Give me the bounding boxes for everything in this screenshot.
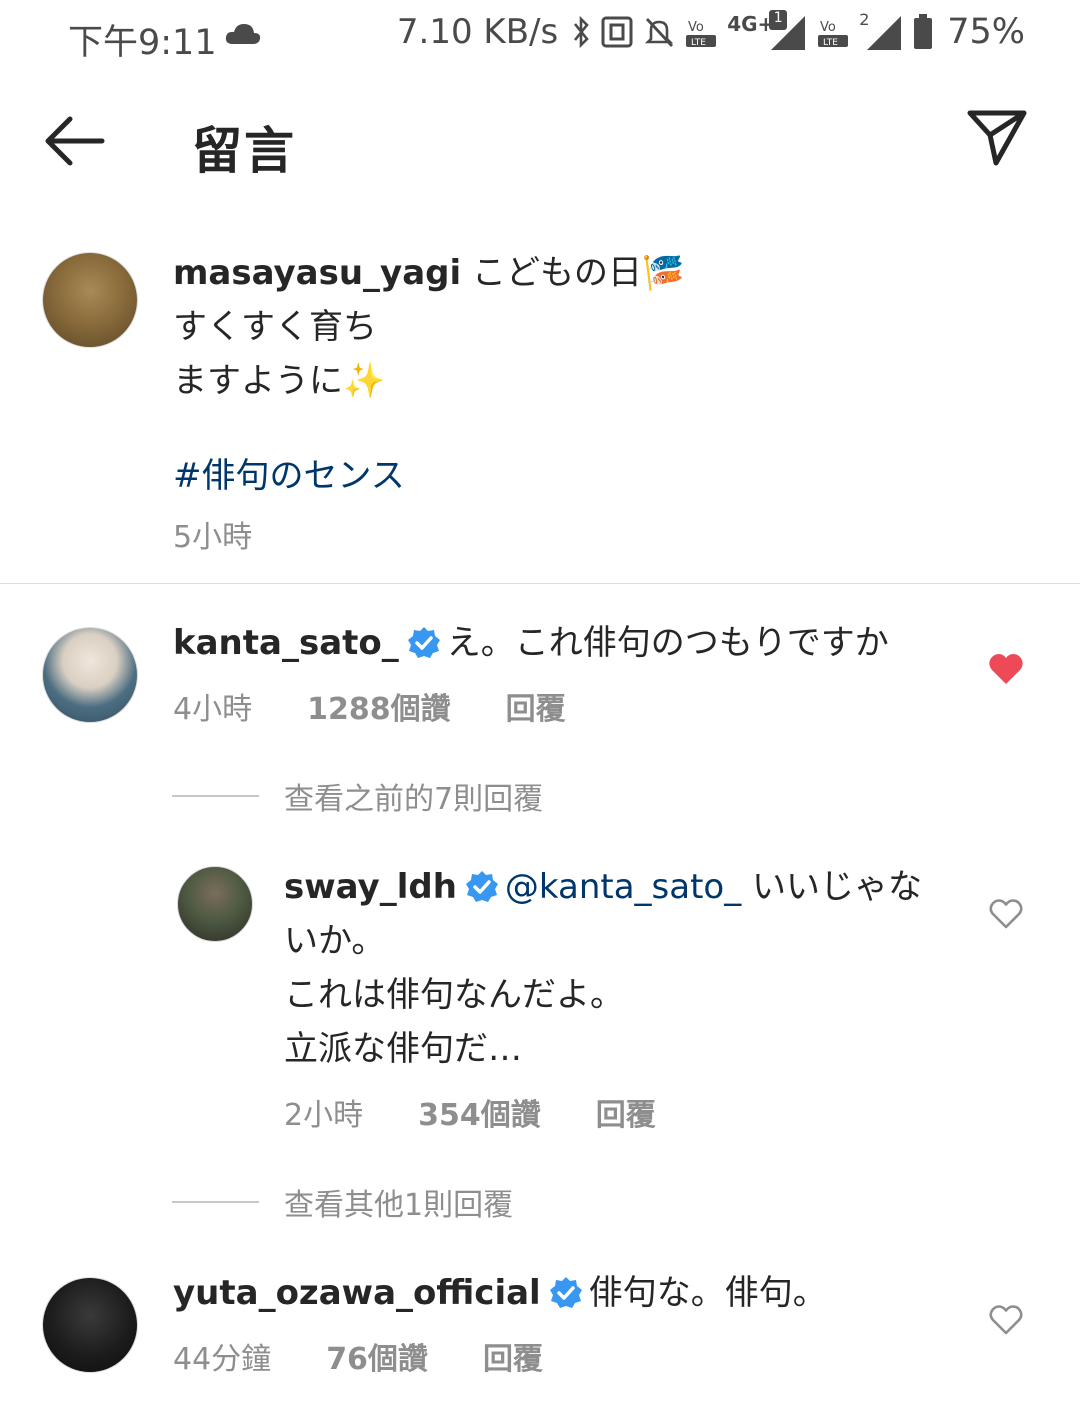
caption-line: masayasu_yagi こどもの日🎏 (173, 246, 993, 300)
status-bar: 下午9:11 7.10 KB/s Vo LTE 4G+ 1 Vo LTE 2 7… (0, 0, 1080, 75)
verified-badge-icon (549, 1277, 582, 1308)
mention-link[interactable]: @kanta_sato_ (505, 867, 741, 907)
status-time: 下午9:11 (68, 23, 217, 63)
comment-timestamp: 4小時 (173, 692, 253, 727)
svg-text:LTE: LTE (823, 38, 838, 48)
view-replies-label: 查看其他1則回覆 (284, 1188, 514, 1223)
avatar[interactable] (42, 627, 138, 723)
svg-text:Vo: Vo (688, 20, 704, 35)
caption-timestamp: 5小時 (173, 520, 253, 555)
reply-button[interactable]: 回覆 (483, 1334, 543, 1378)
status-icons: 7.10 KB/s Vo LTE 4G+ 1 Vo LTE 2 75% (396, 10, 1025, 52)
reply-button[interactable]: 回覆 (506, 684, 566, 728)
comment-username[interactable]: yuta_ozawa_official (173, 1273, 541, 1313)
view-previous-replies[interactable]: 查看之前的7則回覆 (172, 774, 543, 818)
bluetooth-icon (574, 15, 589, 49)
comment-text: いいじゃな (752, 867, 923, 907)
volte-icon: Vo LTE (686, 20, 717, 48)
comment-meta: 44分鐘 76個讚 回覆 (173, 1334, 543, 1378)
comment-username[interactable]: kanta_sato_ (173, 623, 399, 663)
comment-body: yuta_ozawa_official 俳句な。俳句。 (173, 1266, 953, 1320)
top-app-bar: 留言 (0, 75, 1080, 205)
comment-line: 立派な俳句だ… (284, 1029, 522, 1069)
page-title: 留言 (192, 122, 296, 180)
battery-percent: 75% (947, 12, 1025, 52)
hashtag-link[interactable]: #俳句のセンス (173, 448, 405, 497)
avatar[interactable] (177, 866, 253, 942)
arrow-left-icon[interactable] (40, 111, 106, 171)
comment-text: え。これ俳句のつもりですか (446, 623, 889, 663)
svg-text:LTE: LTE (691, 38, 706, 48)
signal-icon (867, 16, 902, 50)
battery-icon (914, 14, 933, 49)
cloud-icon (225, 24, 261, 44)
comment-line: いか。 (284, 921, 386, 961)
net-speed: 7.10 KB/s (396, 12, 559, 52)
caption-line: ますように✨ (173, 361, 386, 401)
comment-body: sway_ldh @kanta_sato_ いいじゃな いか。 これは俳句なんだ… (284, 860, 944, 1076)
comment-meta: 4小時 1288個讚 回覆 (173, 684, 566, 728)
post-caption: masayasu_yagi こどもの日🎏 すくすく育ち ますように✨ (173, 246, 993, 408)
paper-plane-icon[interactable] (966, 107, 1028, 169)
comment-text: 俳句な。俳句。 (588, 1273, 827, 1313)
comment-timestamp: 44分鐘 (173, 1342, 272, 1377)
caption-username[interactable]: masayasu_yagi (173, 253, 461, 293)
divider-line (172, 1201, 259, 1203)
mute-icon (645, 18, 674, 47)
svg-text:Vo: Vo (820, 20, 836, 35)
caption-text: こどもの日🎏 (471, 253, 685, 293)
comment-body: kanta_sato_ え。これ俳句のつもりですか (173, 616, 953, 670)
sim2-signal: 2 (859, 10, 903, 52)
avatar[interactable] (42, 1277, 138, 1373)
nfc-icon (601, 16, 633, 48)
comment-meta: 2小時 354個讚 回覆 (284, 1090, 656, 1134)
comment-like-count[interactable]: 354個讚 (418, 1090, 541, 1134)
divider (0, 583, 1080, 584)
view-more-replies[interactable]: 查看其他1則回覆 (172, 1180, 513, 1224)
verified-badge-icon (465, 871, 498, 902)
volte-icon: Vo LTE (818, 20, 849, 48)
comment-line: sway_ldh @kanta_sato_ いいじゃな (284, 860, 944, 914)
avatar[interactable] (42, 252, 138, 348)
divider-line (172, 795, 259, 797)
view-replies-label: 查看之前的7則回覆 (284, 782, 544, 817)
comment-like-count[interactable]: 76個讚 (326, 1334, 428, 1378)
heart-filled-icon[interactable] (988, 653, 1024, 685)
reply-button[interactable]: 回覆 (596, 1090, 656, 1134)
comment-line: これは俳句なんだよ。 (284, 975, 624, 1015)
caption-line: すくすく育ち (173, 307, 377, 347)
comment-timestamp: 2小時 (284, 1098, 364, 1133)
verified-badge-icon (407, 627, 440, 658)
comment-username[interactable]: sway_ldh (284, 867, 457, 907)
heart-outline-icon[interactable] (988, 898, 1024, 930)
comment-like-count[interactable]: 1288個讚 (307, 684, 451, 728)
signal-icon (771, 16, 806, 50)
heart-outline-icon[interactable] (988, 1304, 1024, 1336)
sim1-signal: 4G+ 1 (727, 10, 807, 52)
